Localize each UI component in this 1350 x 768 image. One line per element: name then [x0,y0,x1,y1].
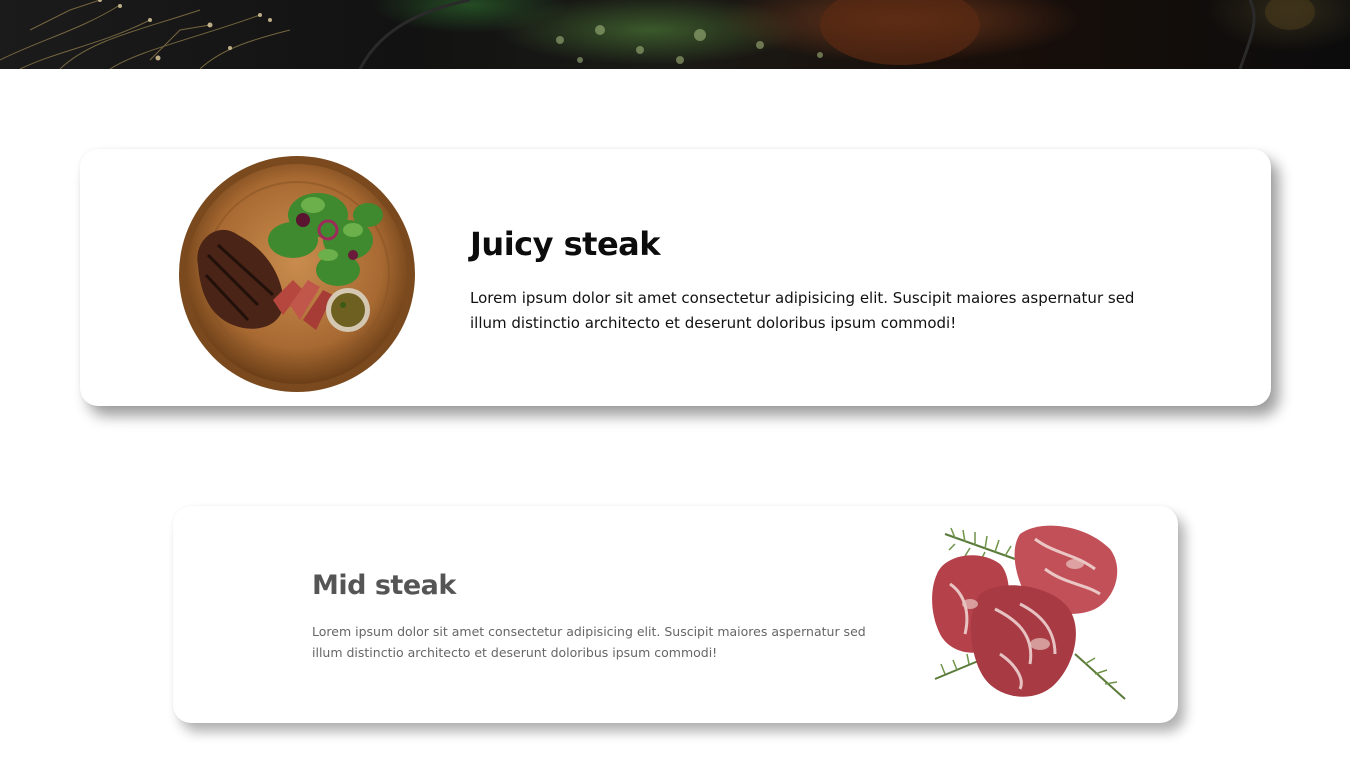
card-title: Mid steak [312,570,456,601]
steak-plate-image [179,156,415,392]
product-card-juicy-steak: Juicy steak Lorem ipsum dolor sit amet c… [80,149,1271,406]
card-description: Lorem ipsum dolor sit amet consectetur a… [312,624,866,660]
hero-banner [0,0,1350,69]
card-title: Juicy steak [470,225,661,263]
hero-decoration [0,0,1315,69]
page: Juicy steak Lorem ipsum dolor sit amet c… [0,0,1350,768]
product-card-mid-steak: Mid steak Lorem ipsum dolor sit amet con… [173,506,1178,723]
card-description: Lorem ipsum dolor sit amet consectetur a… [470,289,1135,332]
raw-steak-image [932,525,1126,700]
